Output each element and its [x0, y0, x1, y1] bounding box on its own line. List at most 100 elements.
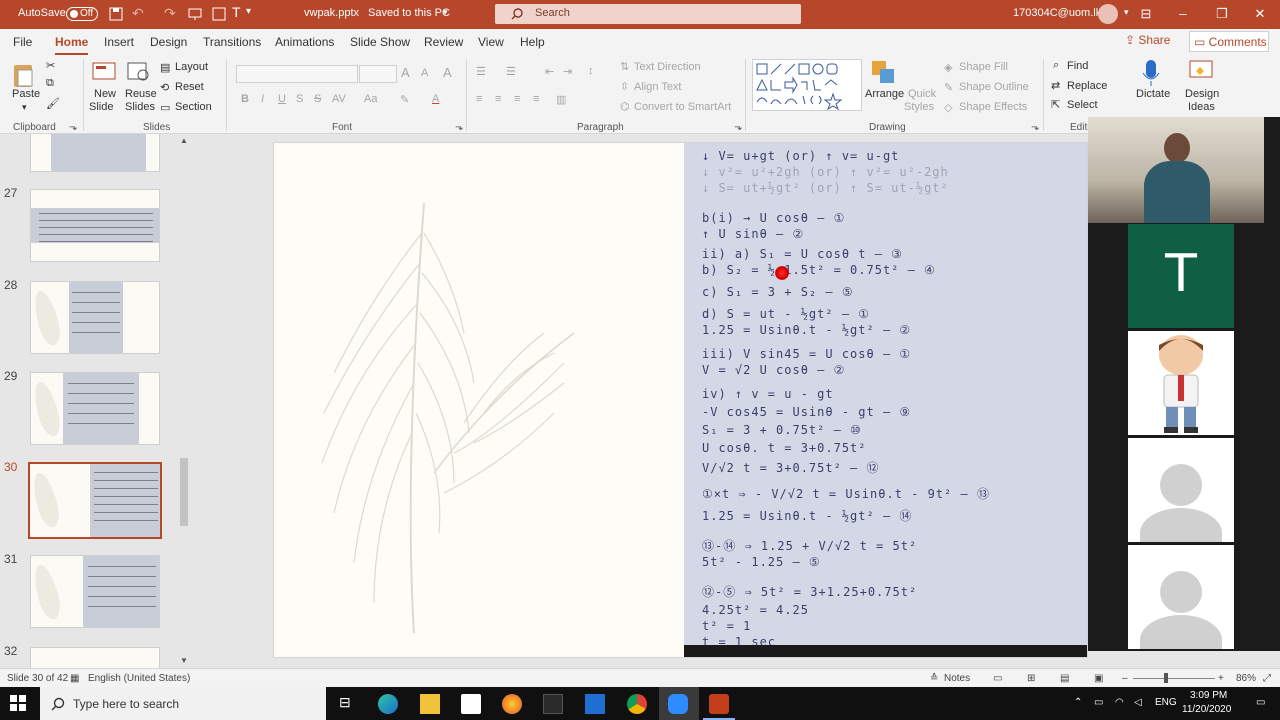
smartart-icon[interactable]: ⌬: [620, 100, 630, 113]
copy-icon[interactable]: ⧉: [46, 77, 54, 90]
reading-view-icon[interactable]: ▤: [1060, 673, 1069, 684]
thumbnail-scrollbar[interactable]: ▲ ▼: [178, 134, 190, 668]
new-slide-icon[interactable]: [92, 61, 116, 83]
slide-sorter-icon[interactable]: ⊞: [1027, 673, 1035, 684]
tray-overflow-icon[interactable]: ⌃: [1074, 697, 1082, 708]
columns-icon[interactable]: ▥: [556, 93, 566, 106]
design-ideas-label-2[interactable]: Ideas: [1188, 101, 1215, 113]
section-label[interactable]: Section: [175, 101, 212, 113]
proofing-icon[interactable]: ▦: [70, 673, 79, 684]
chrome-icon[interactable]: [627, 694, 647, 714]
scroll-down-icon[interactable]: ▼: [180, 656, 188, 665]
align-center-icon[interactable]: ≡: [495, 93, 501, 105]
customize-icon[interactable]: ▾: [246, 6, 251, 17]
justify-icon[interactable]: ≡: [533, 93, 539, 105]
participant-tile-default[interactable]: [1128, 438, 1234, 542]
arrange-icon[interactable]: [870, 59, 896, 87]
tab-design[interactable]: Design: [150, 35, 187, 49]
align-text-label[interactable]: Align Text: [634, 81, 682, 93]
change-case-button[interactable]: Aa: [364, 93, 377, 105]
slide-show-icon[interactable]: ▣: [1094, 673, 1103, 684]
account-name[interactable]: 170304C@uom.lk: [1013, 7, 1101, 19]
bullets-icon[interactable]: ☰: [476, 65, 486, 78]
firefox-icon[interactable]: [502, 694, 522, 714]
current-slide[interactable]: ↓ V= u+gt (or) ↑ v= u-gt ↓ v²= u²+2gh (o…: [273, 142, 1088, 658]
tab-transitions[interactable]: Transitions: [203, 35, 261, 49]
search-box[interactable]: Search: [495, 4, 801, 24]
ribbon-display-icon[interactable]: ⊟: [1136, 4, 1156, 24]
store-icon[interactable]: [461, 694, 481, 714]
mail-icon[interactable]: [585, 694, 605, 714]
select-icon[interactable]: ⇱: [1051, 98, 1060, 111]
save-icon[interactable]: [109, 7, 123, 21]
zoom-level[interactable]: 86%: [1236, 673, 1256, 684]
strikethrough-button[interactable]: S: [314, 93, 321, 105]
participant-tile-avatar[interactable]: [1128, 331, 1234, 435]
convert-smartart-label[interactable]: Convert to SmartArt: [634, 101, 731, 113]
task-view-icon[interactable]: ⊟: [339, 694, 359, 714]
quick-styles-label-1[interactable]: Quick: [908, 88, 936, 100]
account-chevron-icon[interactable]: ▾: [1124, 7, 1129, 18]
clock-time[interactable]: 3:09 PM: [1190, 690, 1227, 701]
zoom-icon[interactable]: [668, 694, 688, 714]
restore-icon[interactable]: ❐: [1212, 4, 1232, 24]
tab-help[interactable]: Help: [520, 35, 545, 49]
increase-indent-icon[interactable]: ⇥: [563, 65, 572, 78]
highlight-icon[interactable]: ✎: [400, 93, 409, 106]
file-explorer-icon[interactable]: [420, 694, 440, 714]
font-launcher-icon[interactable]: ⬎: [455, 122, 463, 133]
font-family-select[interactable]: [236, 65, 358, 83]
numbering-icon[interactable]: ☰: [506, 65, 516, 78]
tab-animations[interactable]: Animations: [275, 35, 334, 49]
reuse-slides-label-1[interactable]: Reuse: [125, 88, 157, 100]
shape-fill-icon[interactable]: ◈: [944, 61, 952, 74]
slide-thumbnail-27[interactable]: [30, 189, 160, 262]
shadow-icon[interactable]: S: [296, 93, 303, 105]
clear-formatting-icon[interactable]: A: [443, 65, 452, 80]
line-spacing-icon[interactable]: ↕: [588, 65, 594, 77]
reset-icon[interactable]: ⟲: [160, 81, 169, 94]
scrollbar-thumb[interactable]: [180, 458, 188, 526]
tab-file[interactable]: File: [13, 35, 32, 49]
scroll-up-icon[interactable]: ▲: [180, 136, 188, 145]
account-avatar[interactable]: [1098, 4, 1118, 24]
shape-effects-label[interactable]: Shape Effects: [959, 101, 1027, 113]
share-button[interactable]: ⇪ Share: [1125, 33, 1170, 51]
minimize-icon[interactable]: –: [1173, 4, 1193, 24]
section-icon[interactable]: ▭: [160, 101, 170, 114]
slide-thumbnail-31[interactable]: [30, 555, 160, 628]
slide-thumbnail-32[interactable]: [30, 647, 160, 668]
paste-chevron-icon[interactable]: ▾: [22, 102, 27, 113]
language-label[interactable]: English (United States): [88, 673, 190, 684]
shape-outline-label[interactable]: Shape Outline: [959, 81, 1029, 93]
zoom-slider-thumb[interactable]: [1164, 673, 1168, 683]
layout-label[interactable]: Layout: [175, 61, 208, 73]
notes-icon[interactable]: ≙: [930, 673, 938, 684]
slide-thumbnail-30[interactable]: [28, 462, 162, 539]
presenter-video[interactable]: [1088, 117, 1264, 223]
edge-icon[interactable]: [378, 694, 398, 714]
notes-button[interactable]: Notes: [944, 673, 970, 684]
zoom-out-icon[interactable]: –: [1122, 673, 1128, 684]
app-icon[interactable]: [543, 694, 563, 714]
chevron-down-icon[interactable]: ▾: [443, 7, 448, 18]
find-icon[interactable]: ⌕: [1053, 59, 1059, 72]
network-icon[interactable]: ◠: [1115, 697, 1124, 708]
select-label[interactable]: Select: [1067, 99, 1098, 111]
layout-icon[interactable]: ▤: [160, 61, 170, 74]
shape-fill-label[interactable]: Shape Fill: [959, 61, 1008, 73]
tab-slide-show[interactable]: Slide Show: [350, 35, 410, 49]
tab-home[interactable]: Home: [55, 35, 89, 55]
replace-icon[interactable]: ⇄: [1051, 79, 1060, 92]
align-text-icon[interactable]: ⇳: [620, 80, 629, 93]
cut-icon[interactable]: ✂: [46, 59, 55, 72]
participant-tile-default[interactable]: [1128, 545, 1234, 649]
clock-date[interactable]: 11/20/2020: [1182, 704, 1231, 715]
paragraph-launcher-icon[interactable]: ⬎: [734, 122, 742, 133]
shape-effects-icon[interactable]: ◇: [944, 101, 952, 114]
tab-view[interactable]: View: [478, 35, 504, 49]
shapes-gallery[interactable]: [752, 59, 862, 111]
volume-icon[interactable]: ◁: [1134, 697, 1142, 708]
close-icon[interactable]: ✕: [1250, 4, 1270, 24]
reset-label[interactable]: Reset: [175, 81, 204, 93]
